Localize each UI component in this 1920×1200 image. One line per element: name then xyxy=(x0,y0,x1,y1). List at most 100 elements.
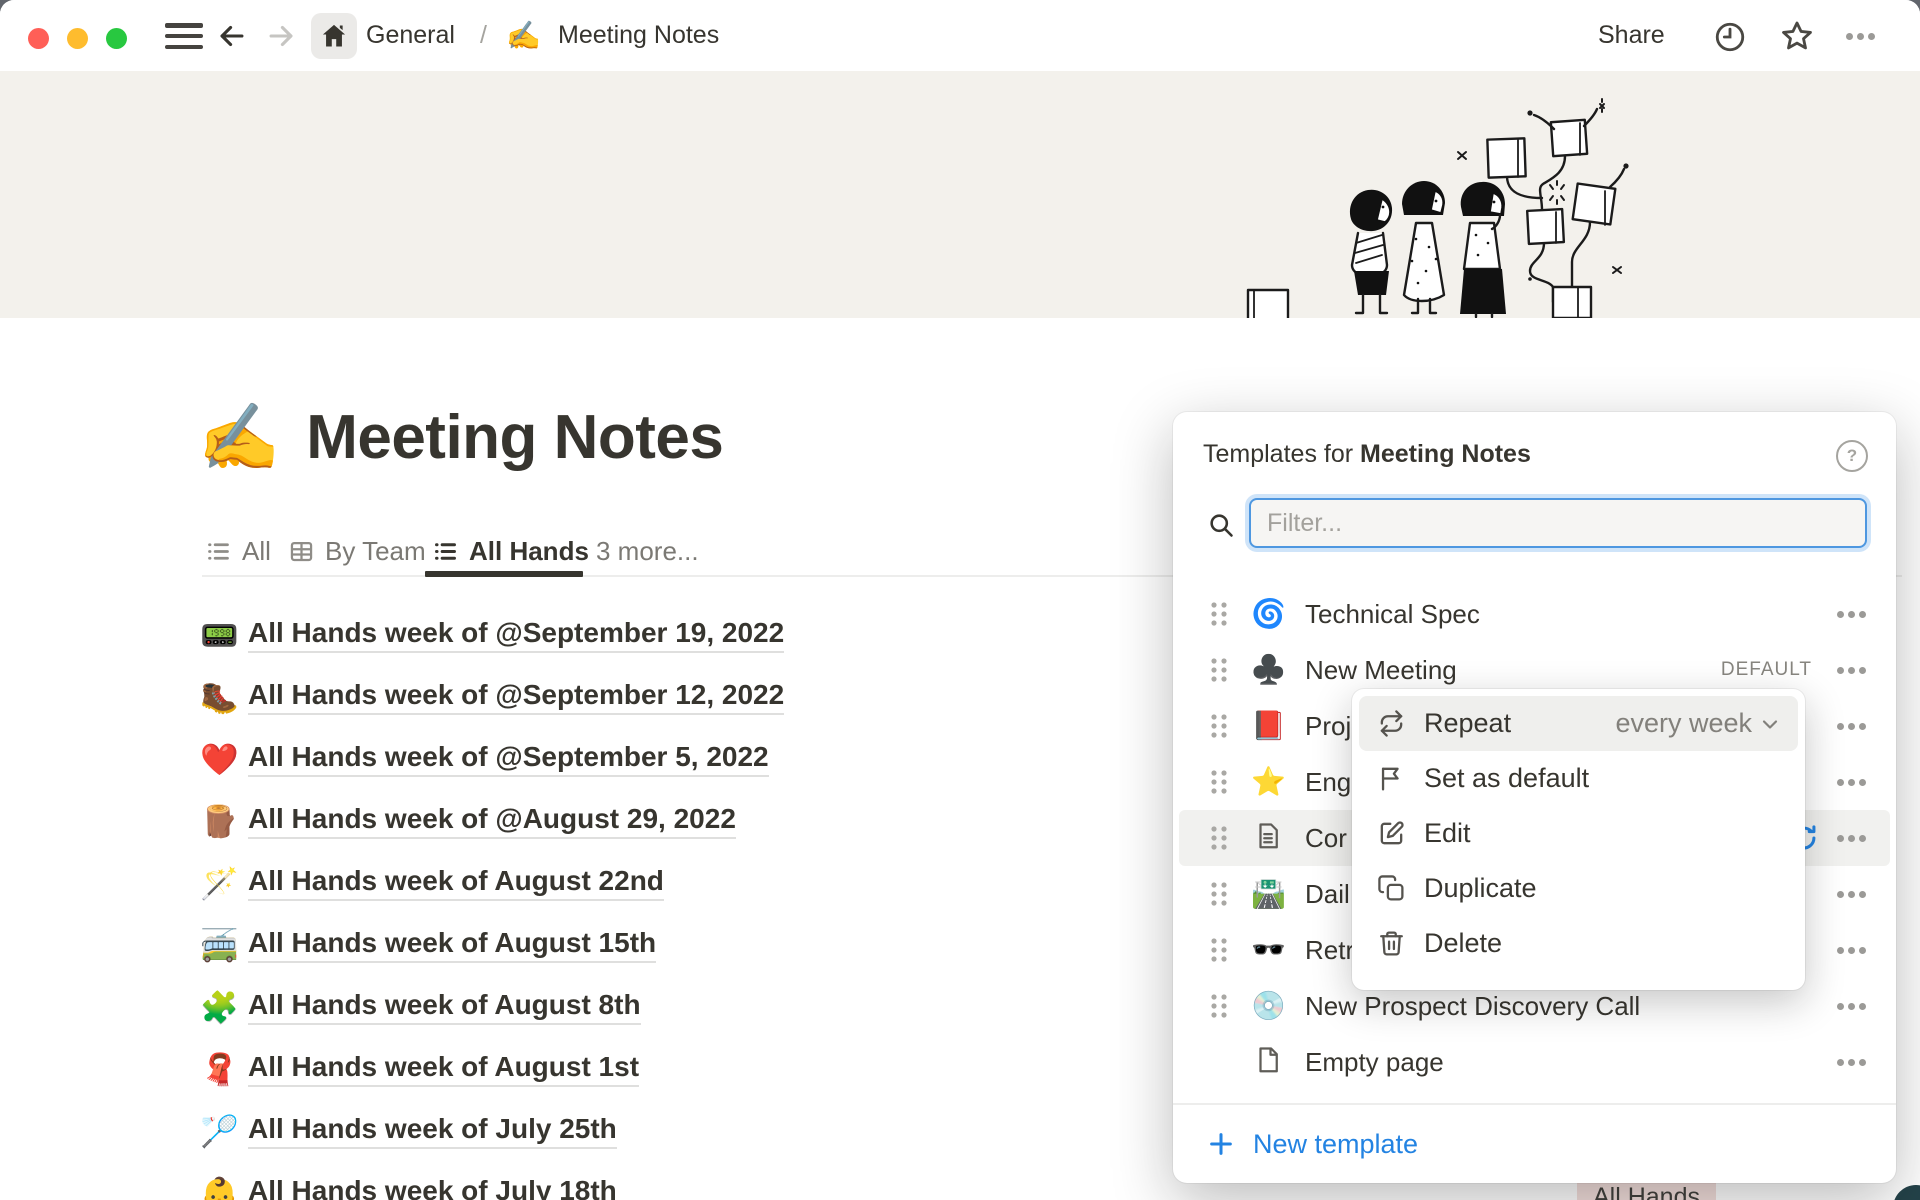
help-icon[interactable]: ? xyxy=(1836,440,1868,472)
template-emoji-icon: 💿 xyxy=(1251,992,1285,1020)
row-more-options-icon[interactable] xyxy=(1834,653,1868,687)
home-button[interactable] xyxy=(311,13,357,59)
row-more-options-icon[interactable] xyxy=(1834,933,1868,967)
menu-item-repeat[interactable]: Repeat every week xyxy=(1359,696,1798,751)
breadcrumb-section[interactable]: General xyxy=(366,0,455,71)
page-link[interactable]: All Hands week of July 25th xyxy=(248,1113,617,1149)
home-icon xyxy=(320,22,348,50)
drag-handle-icon[interactable] xyxy=(1209,936,1229,964)
more-options-icon[interactable] xyxy=(1843,19,1877,53)
repeat-icon xyxy=(1377,709,1406,738)
page-link[interactable]: All Hands week of @September 5, 2022 xyxy=(248,741,769,777)
page-item-emoji-icon: 🧣 xyxy=(200,1051,248,1088)
template-context-menu: Repeat every week Set as default Edit Duplic… xyxy=(1352,689,1805,990)
page-link[interactable]: All Hands week of July 18th xyxy=(248,1175,617,1200)
menu-item-duplicate[interactable]: Duplicate xyxy=(1359,861,1798,916)
drag-handle-icon[interactable] xyxy=(1209,600,1229,628)
list-item[interactable]: 👶All Hands week of July 18th xyxy=(200,1162,960,1200)
list-item[interactable]: 📟All Hands week of @September 19, 2022 xyxy=(200,604,960,666)
breadcrumb-page-title[interactable]: Meeting Notes xyxy=(558,0,719,71)
row-more-options-icon[interactable] xyxy=(1834,597,1868,631)
list-item[interactable]: 🧩All Hands week of August 8th xyxy=(200,976,960,1038)
page-item-emoji-icon: 🚎 xyxy=(200,927,248,964)
list-item[interactable]: 🪄All Hands week of August 22nd xyxy=(200,852,960,914)
page-emoji-icon[interactable]: ✍️ xyxy=(198,405,280,471)
drag-handle-icon[interactable] xyxy=(1209,768,1229,796)
tab-all[interactable]: All xyxy=(205,530,271,572)
template-emoji-icon: 🌀 xyxy=(1251,600,1285,628)
row-more-options-icon[interactable] xyxy=(1834,877,1868,911)
toolbar: General / ✍️ Meeting Notes Share xyxy=(0,0,1920,71)
flag-icon xyxy=(1377,764,1406,793)
list-item[interactable]: 🥾All Hands week of @September 12, 2022 xyxy=(200,666,960,728)
page-link[interactable]: All Hands week of August 22nd xyxy=(248,865,664,901)
tab-all-hands[interactable]: All Hands xyxy=(432,530,589,572)
page-item-emoji-icon: 👶 xyxy=(200,1175,248,1200)
document-icon xyxy=(1251,821,1285,856)
row-more-options-icon[interactable] xyxy=(1834,821,1868,855)
page-link[interactable]: All Hands week of August 8th xyxy=(248,989,641,1025)
page-cover[interactable] xyxy=(0,71,1920,318)
template-emoji-icon: 🕶️ xyxy=(1251,936,1285,964)
menu-item-label: Duplicate xyxy=(1424,873,1537,904)
sidebar-toggle-icon[interactable] xyxy=(165,23,203,49)
page-title-row: ✍️ Meeting Notes xyxy=(198,402,723,473)
template-label: Cor xyxy=(1305,823,1347,854)
share-button[interactable]: Share xyxy=(1598,0,1665,71)
menu-item-delete[interactable]: Delete xyxy=(1359,916,1798,971)
menu-item-set-as-default[interactable]: Set as default xyxy=(1359,751,1798,806)
breadcrumb-page-emoji-icon: ✍️ xyxy=(506,0,541,71)
page-item-emoji-icon: 📟 xyxy=(200,617,248,654)
list-item[interactable]: 🧣All Hands week of August 1st xyxy=(200,1038,960,1100)
drag-handle-icon[interactable] xyxy=(1209,992,1229,1020)
favorite-star-icon[interactable] xyxy=(1780,19,1814,53)
list-item[interactable]: 🚎All Hands week of August 15th xyxy=(200,914,960,976)
menu-item-value[interactable]: every week xyxy=(1615,708,1782,739)
forward-arrow-icon[interactable] xyxy=(264,19,298,53)
menu-item-label: Edit xyxy=(1424,818,1471,849)
drag-handle-icon[interactable] xyxy=(1209,880,1229,908)
page-link[interactable]: All Hands week of @September 19, 2022 xyxy=(248,617,784,653)
page-link[interactable]: All Hands week of August 1st xyxy=(248,1051,639,1087)
filter-input[interactable] xyxy=(1249,498,1867,548)
template-label: Dail xyxy=(1305,879,1350,910)
page-link[interactable]: All Hands week of @September 12, 2022 xyxy=(248,679,784,715)
new-template-button[interactable]: New template xyxy=(1173,1112,1920,1176)
row-more-options-icon[interactable] xyxy=(1834,709,1868,743)
menu-item-label: Repeat xyxy=(1424,708,1511,739)
template-label: New Prospect Discovery Call xyxy=(1305,991,1640,1022)
list-item[interactable]: ❤️All Hands week of @September 5, 2022 xyxy=(200,728,960,790)
menu-item-label: Set as default xyxy=(1424,763,1589,794)
minimize-window-button[interactable] xyxy=(67,28,88,49)
template-label: Eng xyxy=(1305,767,1351,798)
row-more-options-icon[interactable] xyxy=(1834,989,1868,1023)
page-link[interactable]: All Hands week of @August 29, 2022 xyxy=(248,803,736,839)
drag-handle-icon[interactable] xyxy=(1209,656,1229,684)
template-row[interactable]: 🌀Technical Spec xyxy=(1179,586,1890,642)
plus-icon xyxy=(1207,1130,1235,1158)
popup-divider xyxy=(1173,1103,1896,1105)
template-row[interactable]: Empty page xyxy=(1179,1034,1890,1090)
zoom-window-button[interactable] xyxy=(106,28,127,49)
drag-handle-icon[interactable] xyxy=(1209,824,1229,852)
tab-more[interactable]: 3 more... xyxy=(596,530,699,572)
page-title[interactable]: Meeting Notes xyxy=(306,402,723,473)
menu-item-edit[interactable]: Edit xyxy=(1359,806,1798,861)
template-label: Empty page xyxy=(1305,1047,1444,1078)
updates-clock-icon[interactable] xyxy=(1713,20,1747,54)
tab-by-team[interactable]: By Team xyxy=(288,530,426,572)
template-label: Proj xyxy=(1305,711,1351,742)
page-list: 📟All Hands week of @September 19, 2022🥾A… xyxy=(200,604,960,1200)
row-more-options-icon[interactable] xyxy=(1834,765,1868,799)
list-item[interactable]: 🪵All Hands week of @August 29, 2022 xyxy=(200,790,960,852)
list-item[interactable]: 🏸All Hands week of July 25th xyxy=(200,1100,960,1162)
page-icon xyxy=(1251,1045,1285,1080)
search-icon xyxy=(1207,511,1235,539)
page-link[interactable]: All Hands week of August 15th xyxy=(248,927,656,963)
close-window-button[interactable] xyxy=(28,28,49,49)
row-more-options-icon[interactable] xyxy=(1834,1045,1868,1079)
back-arrow-icon[interactable] xyxy=(215,19,249,53)
template-label: New Meeting xyxy=(1305,655,1457,686)
list-icon xyxy=(205,538,232,565)
drag-handle-icon[interactable] xyxy=(1209,712,1229,740)
